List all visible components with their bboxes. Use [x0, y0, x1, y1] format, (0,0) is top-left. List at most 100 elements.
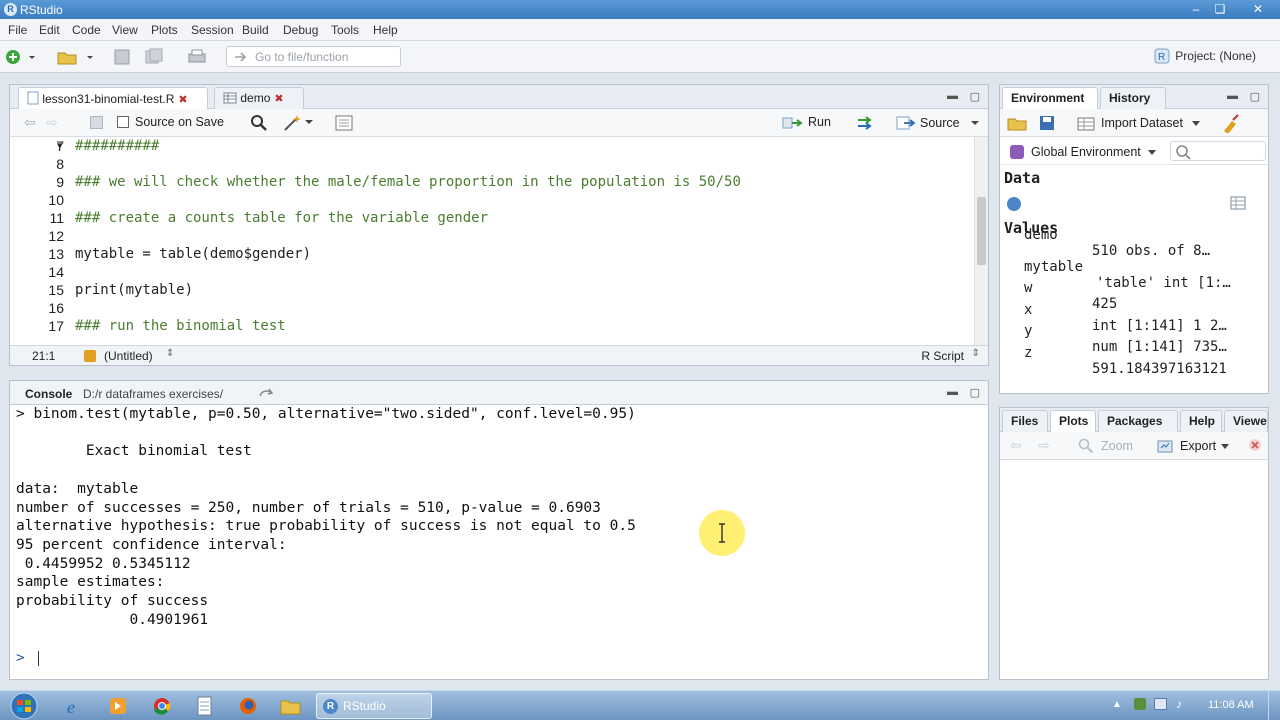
import-dataset-icon[interactable]	[1076, 114, 1098, 132]
run-icon[interactable]	[782, 115, 804, 131]
export-dropdown-icon[interactable]	[1221, 444, 1229, 450]
plot-forward-icon[interactable]: ⇨	[1038, 437, 1050, 454]
volume-icon[interactable]: ♪	[1176, 697, 1182, 711]
maximize-pane-icon[interactable]: ▢	[970, 386, 980, 399]
run-button[interactable]: Run	[808, 115, 831, 129]
save-icon[interactable]	[112, 47, 132, 67]
console-output[interactable]: > binom.test(mytable, p=0.50, alternativ…	[16, 406, 982, 675]
source-dropdown-icon[interactable]	[970, 120, 980, 126]
menu-help[interactable]: Help	[373, 23, 398, 37]
firefox-icon[interactable]	[234, 695, 264, 717]
tab-files[interactable]: Files	[1002, 410, 1048, 432]
menu-file[interactable]: File	[8, 23, 27, 37]
export-button[interactable]: Export	[1180, 439, 1216, 453]
outline-icon[interactable]	[335, 115, 353, 131]
maximize-pane-icon[interactable]: ▢	[970, 90, 980, 103]
source-on-save-checkbox[interactable]	[117, 116, 129, 128]
tray-icon[interactable]	[1134, 698, 1146, 710]
tab-lesson31-label: lesson31-binomial-test.R	[42, 92, 175, 106]
menu-build[interactable]: Build	[242, 23, 269, 37]
environment-search-input[interactable]	[1170, 141, 1266, 161]
tab-demo[interactable]: demo ✖	[214, 87, 304, 109]
show-hidden-icons-icon[interactable]: ▲	[1112, 699, 1122, 710]
source-icon[interactable]	[896, 115, 916, 131]
wand-dropdown-icon[interactable]	[304, 118, 314, 126]
file-type-dropdown-icon[interactable]: ⇕	[972, 348, 980, 359]
tab-viewer[interactable]: Viewer	[1224, 410, 1268, 432]
zoom-button[interactable]: Zoom	[1101, 439, 1133, 453]
menu-code[interactable]: Code	[72, 23, 101, 37]
export-icon[interactable]	[1157, 438, 1175, 454]
clear-plots-icon[interactable]	[1248, 438, 1262, 452]
notepad-icon[interactable]	[190, 695, 220, 717]
editor-scroll-thumb[interactable]	[977, 197, 986, 265]
explorer-icon[interactable]	[276, 695, 306, 717]
line-number: 9	[56, 174, 64, 190]
clear-workspace-icon[interactable]	[1220, 113, 1242, 133]
ie-icon[interactable]: e	[60, 695, 90, 717]
tab-help[interactable]: Help	[1180, 410, 1222, 432]
back-arrow-icon[interactable]: ⇦	[24, 114, 36, 131]
goto-file-input[interactable]: Go to file/function	[226, 46, 401, 67]
value-row-z[interactable]: z 591.184397163121	[1004, 329, 1260, 393]
minimize-window-button[interactable]: –	[1186, 1, 1206, 17]
taskbar-rstudio-button[interactable]: R RStudio	[316, 693, 432, 719]
menu-edit[interactable]: Edit	[39, 23, 60, 37]
zoom-icon[interactable]	[1078, 438, 1094, 454]
minimize-pane-icon[interactable]: ▬	[1227, 90, 1238, 102]
menu-plots[interactable]: Plots	[151, 23, 178, 37]
menu-debug[interactable]: Debug	[283, 23, 318, 37]
close-window-button[interactable]: ✕	[1248, 1, 1268, 17]
forward-arrow-icon[interactable]: ⇨	[46, 114, 58, 131]
tab-plots[interactable]: Plots	[1050, 410, 1096, 432]
print-icon[interactable]	[186, 47, 206, 67]
menu-tools[interactable]: Tools	[331, 23, 359, 37]
tab-close-icon[interactable]: ✖	[178, 94, 187, 106]
goto-directory-icon[interactable]	[258, 386, 276, 400]
media-player-icon[interactable]	[104, 695, 134, 717]
global-environment-selector[interactable]: Global Environment	[1031, 145, 1141, 159]
tab-packages[interactable]: Packages	[1098, 410, 1178, 432]
load-workspace-icon[interactable]	[1006, 114, 1028, 132]
rerun-icon[interactable]	[856, 115, 880, 131]
menu-view[interactable]: View	[112, 23, 138, 37]
show-desktop-button[interactable]	[1268, 691, 1280, 720]
import-dataset-button[interactable]: Import Dataset	[1101, 116, 1183, 130]
open-dropdown-icon[interactable]	[84, 47, 96, 67]
tab-history[interactable]: History	[1100, 87, 1166, 109]
scope-selector[interactable]: (Untitled)	[104, 349, 153, 363]
expand-dataset-icon[interactable]	[1007, 197, 1021, 211]
network-icon[interactable]	[1154, 698, 1167, 710]
save-all-icon[interactable]	[144, 47, 164, 67]
project-menu[interactable]: R Project: (None)	[1154, 48, 1256, 64]
fold-arrow-icon[interactable]: ▾	[57, 137, 62, 154]
chrome-icon[interactable]	[148, 695, 178, 717]
clock[interactable]: 11:08 AM	[1208, 699, 1254, 711]
scope-dropdown-icon[interactable]: ⇕	[166, 348, 174, 359]
magic-wand-icon[interactable]	[282, 113, 302, 133]
save-doc-icon[interactable]	[90, 116, 103, 129]
source-button[interactable]: Source	[920, 116, 960, 130]
tab-close-icon[interactable]: ✖	[274, 93, 283, 105]
menu-session[interactable]: Session	[191, 23, 234, 37]
tab-lesson31[interactable]: lesson31-binomial-test.R ✖	[18, 87, 208, 109]
scope-dropdown-icon[interactable]	[1148, 150, 1156, 156]
search-icon[interactable]	[250, 114, 268, 132]
plot-back-icon[interactable]: ⇦	[1010, 437, 1022, 454]
start-button[interactable]	[6, 692, 42, 720]
code-editor[interactable]: 7 ▾ ########## 8 9 ### we will check whethe…	[10, 137, 970, 345]
maximize-pane-icon[interactable]: ▢	[1250, 90, 1260, 103]
new-file-icon[interactable]	[4, 47, 24, 67]
editor-scrollbar[interactable]	[974, 137, 988, 345]
console-prompt[interactable]: >	[16, 649, 33, 667]
new-file-dropdown-icon[interactable]	[26, 47, 38, 67]
maximize-window-button[interactable]: ❏	[1210, 1, 1230, 17]
import-dropdown-icon[interactable]	[1192, 121, 1200, 127]
view-data-icon[interactable]	[1230, 196, 1246, 210]
minimize-pane-icon[interactable]: ▬	[947, 90, 958, 102]
save-workspace-icon[interactable]	[1038, 114, 1056, 132]
open-folder-icon[interactable]	[56, 47, 77, 67]
tab-environment[interactable]: Environment	[1002, 87, 1098, 109]
minimize-pane-icon[interactable]: ▬	[947, 386, 958, 398]
file-type-selector[interactable]: R Script	[921, 349, 964, 363]
